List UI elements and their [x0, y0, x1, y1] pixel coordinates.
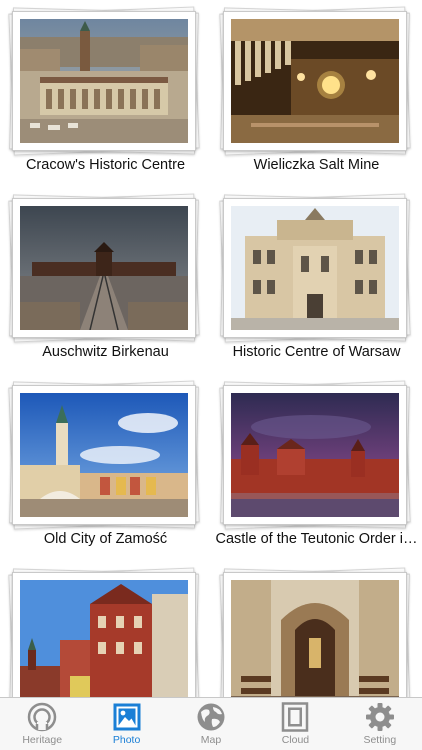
gallery-item-townhouses[interactable] — [0, 561, 211, 698]
photo-grid: Cracow's Historic Centre Wieliczka Salt … — [0, 0, 422, 698]
tab-label: Setting — [363, 734, 397, 746]
gallery-item-auschwitz[interactable]: Auschwitz Birkenau — [0, 187, 211, 374]
tab-label: Heritage — [22, 734, 63, 746]
gallery-item-cracow[interactable]: Cracow's Historic Centre — [0, 0, 211, 187]
tab-heritage[interactable]: Heritage — [0, 698, 84, 750]
photo-stack — [219, 380, 411, 530]
photo-stack — [8, 567, 200, 698]
tab-photo[interactable]: Photo — [84, 698, 168, 750]
photo-stack — [8, 6, 200, 156]
photo-stack — [219, 193, 411, 343]
gallery-caption: Castle of the Teutonic Order i… — [215, 531, 418, 547]
gear-icon — [365, 703, 394, 731]
tab-label: Cloud — [281, 734, 310, 746]
malbork-photo[interactable] — [231, 393, 399, 517]
cloud-icon — [282, 702, 309, 732]
photo-stack — [219, 567, 411, 698]
gallery-caption: Wieliczka Salt Mine — [253, 157, 380, 173]
tab-bar: Heritage Photo Map Cloud Setting — [0, 697, 422, 750]
tab-cloud[interactable]: Cloud — [253, 698, 337, 750]
gallery-item-wieliczka[interactable]: Wieliczka Salt Mine — [211, 0, 422, 187]
townhouses-photo[interactable] — [20, 580, 188, 698]
tab-label: Map — [200, 734, 222, 746]
tab-label: Photo — [112, 734, 141, 746]
tab-setting[interactable]: Setting — [338, 698, 422, 750]
gallery-item-church[interactable] — [211, 561, 422, 698]
cracow-photo[interactable] — [20, 19, 188, 143]
globe-icon — [197, 703, 225, 731]
photo-stack — [8, 193, 200, 343]
heritage-icon — [27, 702, 57, 732]
gallery-item-warsaw[interactable]: Historic Centre of Warsaw — [211, 187, 422, 374]
church-photo[interactable] — [231, 580, 399, 698]
auschwitz-photo[interactable] — [20, 206, 188, 330]
gallery-caption: Auschwitz Birkenau — [42, 344, 169, 360]
tab-map[interactable]: Map — [169, 698, 253, 750]
warsaw-photo[interactable] — [231, 206, 399, 330]
gallery-caption: Cracow's Historic Centre — [25, 157, 186, 173]
gallery-item-zamosc[interactable]: Old City of Zamość — [0, 374, 211, 561]
gallery-item-malbork[interactable]: Castle of the Teutonic Order i… — [211, 374, 422, 561]
photo-icon — [113, 703, 141, 731]
photo-stack — [8, 380, 200, 530]
gallery-caption: Historic Centre of Warsaw — [232, 344, 401, 360]
zamosc-photo[interactable] — [20, 393, 188, 517]
photo-stack — [219, 6, 411, 156]
salt-mine-photo[interactable] — [231, 19, 399, 143]
gallery-caption: Old City of Zamość — [43, 531, 168, 547]
